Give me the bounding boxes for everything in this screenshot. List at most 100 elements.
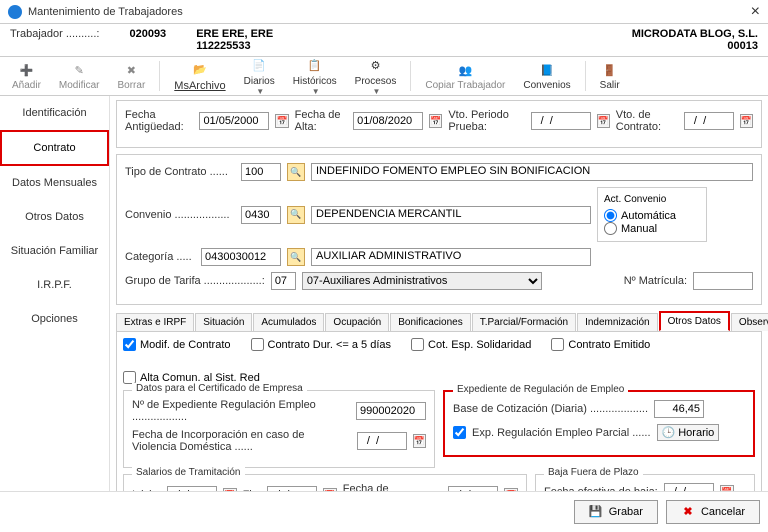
alta-input[interactable] (353, 112, 423, 130)
convenios-button[interactable]: 📘Convenios (515, 59, 578, 93)
trabajador-label: Trabajador ..........: (10, 28, 99, 40)
emitido-check[interactable] (551, 338, 564, 351)
subtabs: Extras e IRPF Situación Acumulados Ocupa… (116, 311, 762, 332)
title-bar: Mantenimiento de Trabajadores × (0, 0, 768, 24)
convenio-code-input[interactable] (241, 206, 281, 224)
tab-ocupacion[interactable]: Ocupación (325, 313, 389, 331)
antig-label: Fecha Antigüedad: (125, 109, 193, 133)
nav-otros-datos[interactable]: Otros Datos (0, 200, 109, 234)
calendar-icon[interactable]: 📅 (323, 488, 337, 491)
tab-tparcial[interactable]: T.Parcial/Formación (472, 313, 576, 331)
calendar-icon[interactable]: 📅 (597, 114, 610, 128)
num-exp-input[interactable] (356, 402, 426, 420)
convenio-label: Convenio .................. (125, 209, 235, 221)
grupo-code-input[interactable] (271, 272, 296, 290)
grupo-select[interactable]: 07-Auxiliares Administrativos (302, 272, 542, 290)
baja-plazo-box: Baja Fuera de Plazo Fecha efectiva de ba… (535, 474, 755, 491)
nav-identificacion[interactable]: Identificación (0, 96, 109, 130)
tab-observaciones[interactable]: Observacior (731, 313, 768, 331)
salir-button[interactable]: 🚪Salir (592, 59, 628, 93)
lookup-icon[interactable]: 🔍 (287, 248, 305, 266)
cancelar-button[interactable]: ✖Cancelar (666, 500, 760, 524)
fin-input[interactable] (267, 486, 317, 491)
borrar-button[interactable]: ✖Borrar (109, 59, 153, 93)
calendar-icon[interactable]: 📅 (413, 434, 426, 448)
historicos-button[interactable]: 📋Históricos▼ (285, 55, 345, 98)
salarios-label: Salarios de Tramitación (132, 467, 245, 478)
fecha-efectiva-input[interactable] (664, 483, 714, 491)
close-icon[interactable]: × (751, 3, 760, 21)
convenio-desc: DEPENDENCIA MERCANTIL (311, 206, 591, 224)
fecha-viol-input[interactable] (357, 432, 407, 450)
nav-opciones[interactable]: Opciones (0, 302, 109, 336)
msarchivo-button[interactable]: 📂MsArchivo (166, 59, 233, 94)
tab-acumulados[interactable]: Acumulados (253, 313, 324, 331)
exp-parcial-label: Exp. Regulación Empleo Parcial ...... (472, 427, 651, 439)
fecha-efectiva-label: Fecha efectiva de baja: (544, 486, 658, 491)
nav-irpf[interactable]: I.R.P.F. (0, 268, 109, 302)
antig-input[interactable] (199, 112, 269, 130)
nav-contrato[interactable]: Contrato (0, 130, 109, 166)
nav-situacion-familiar[interactable]: Situación Familiar (0, 234, 109, 268)
grabar-button[interactable]: 💾Grabar (574, 500, 658, 524)
actconv-label: Act. Convenio (604, 194, 700, 205)
categoria-label: Categoría ..... (125, 251, 195, 263)
base-input[interactable] (654, 400, 704, 418)
horario-button[interactable]: 🕒Horario (657, 424, 720, 441)
calendar-icon[interactable]: 📅 (504, 488, 518, 491)
trabajador-name: ERE ERE, ERE (196, 28, 273, 40)
ere-label: Expediente de Regulación de Empleo (453, 384, 628, 395)
tab-indemnizacion[interactable]: Indemnización (577, 313, 657, 331)
calendar-icon[interactable]: 📅 (223, 488, 237, 491)
copiar-button[interactable]: 👥Copiar Trabajador (417, 59, 513, 93)
diarios-button[interactable]: 📄Diarios▼ (236, 55, 283, 98)
calendar-icon[interactable]: 📅 (720, 485, 734, 491)
dur5-check[interactable] (251, 338, 264, 351)
trabajador-num: 112225533 (196, 40, 250, 52)
matricula-input[interactable] (693, 272, 753, 290)
inicio-input[interactable] (167, 486, 217, 491)
contrato-box: Tipo de Contrato ...... 🔍 INDEFINIDO FOM… (116, 154, 762, 305)
calendar-icon[interactable]: 📅 (275, 114, 288, 128)
side-nav: Identificación Contrato Datos Mensuales … (0, 96, 110, 491)
window-title: Mantenimiento de Trabajadores (28, 6, 751, 18)
cotesp-check[interactable] (411, 338, 424, 351)
modif-check[interactable] (123, 338, 136, 351)
tipo-code-input[interactable] (241, 163, 281, 181)
worker-header: Trabajador ..........: 020093 ERE ERE, E… (0, 24, 768, 56)
dates-box: Fecha Antigüedad: 📅 Fecha de Alta: 📅 Vto… (116, 100, 762, 148)
tab-bonificaciones[interactable]: Bonificaciones (390, 313, 470, 331)
tab-otros-datos[interactable]: Otros Datos (659, 311, 730, 331)
act-convenio-box: Act. Convenio Automática Manual (597, 187, 707, 242)
lookup-icon[interactable]: 🔍 (287, 206, 305, 224)
vto-contrato-label: Vto. de Contrato: (616, 109, 678, 133)
tab-body: Modif. de Contrato Contrato Dur. <= a 5 … (116, 332, 762, 491)
anadir-button[interactable]: ➕Añadir (4, 59, 49, 93)
vto-prueba-input[interactable] (531, 112, 591, 130)
alta-label: Fecha de Alta: (295, 109, 347, 133)
calendar-icon[interactable]: 📅 (740, 114, 753, 128)
modificar-button[interactable]: ✎Modificar (51, 59, 108, 93)
datos-cert-label: Datos para el Certificado de Empresa (132, 383, 307, 394)
company-name: MICRODATA BLOG, S.L. (632, 28, 758, 40)
clock-icon: 🕒 (662, 426, 676, 439)
nav-datos-mensuales[interactable]: Datos Mensuales (0, 166, 109, 200)
vto-contrato-input[interactable] (684, 112, 734, 130)
matricula-label: Nº Matrícula: (624, 275, 687, 287)
tab-extras[interactable]: Extras e IRPF (116, 313, 194, 331)
vto-prueba-label: Vto. Periodo Prueba: (448, 109, 524, 133)
manual-radio[interactable] (604, 222, 617, 235)
lookup-icon[interactable]: 🔍 (287, 163, 305, 181)
sentencia-input[interactable] (448, 486, 498, 491)
procesos-button[interactable]: ⚙Procesos▼ (347, 55, 405, 98)
auto-radio[interactable] (604, 209, 617, 222)
datos-cert-box: Datos para el Certificado de Empresa Nº … (123, 390, 435, 468)
calendar-icon[interactable]: 📅 (429, 114, 442, 128)
categoria-code-input[interactable] (201, 248, 281, 266)
tab-situacion[interactable]: Situación (195, 313, 252, 331)
exp-parcial-check[interactable] (453, 426, 466, 439)
toolbar: ➕Añadir ✎Modificar ✖Borrar 📂MsArchivo 📄D… (0, 56, 768, 96)
ere-box: Expediente de Regulación de Empleo Base … (443, 390, 755, 457)
fecha-viol-label: Fecha de Incorporación en caso de Violen… (132, 429, 351, 453)
trabajador-code: 020093 (129, 28, 166, 40)
